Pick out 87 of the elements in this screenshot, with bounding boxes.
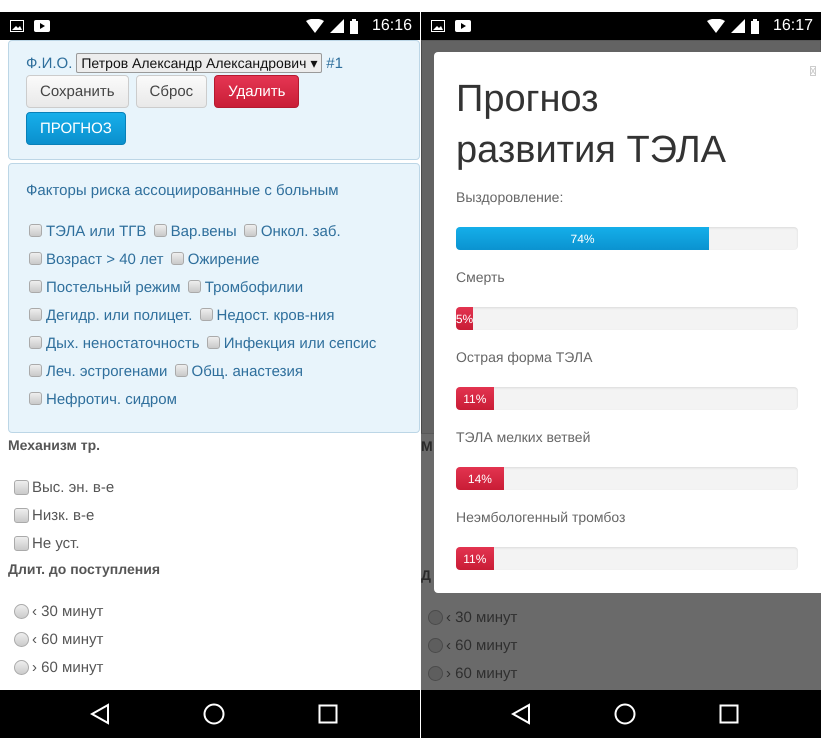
section-heading: М [421,438,433,456]
checkbox[interactable] [29,224,42,237]
home-icon[interactable] [203,703,225,725]
radio-button[interactable] [428,638,443,652]
checkbox-label: Дегидр. или полицет. [46,307,192,324]
checkbox[interactable] [188,280,201,293]
radio-label: › 60 минут [32,658,104,676]
wifi-icon [306,19,324,33]
radio-label: ‹ 60 минут [446,636,518,654]
radio-button[interactable] [428,666,443,680]
checkbox[interactable] [29,280,42,293]
radio-label: › 60 минут [446,664,518,682]
radio-label: ‹ 30 минут [32,602,104,620]
checkbox[interactable] [14,480,29,494]
outcome-label: Неэмбологенный тромбоз [456,509,626,527]
checkbox-label: Не уст. [32,534,80,552]
checkbox[interactable] [29,336,42,349]
checkbox-label: Возраст > 40 лет [46,251,164,268]
radio-button[interactable] [428,610,443,624]
wifi-icon [706,19,725,33]
radio-button[interactable] [14,660,29,674]
checkbox-label: Нефротич. сидром [46,391,177,408]
field-label: Ф.И.О. [26,54,72,72]
section-heading: Д [421,567,431,585]
checkbox[interactable] [29,364,42,377]
image-icon [10,20,24,32]
home-icon[interactable] [614,703,636,725]
radio-button[interactable] [14,632,29,646]
percent-label: 74% [570,232,595,246]
checkbox-label: ТЭЛА или ТГВ [46,223,146,240]
checkbox[interactable] [206,336,220,349]
dialog-title: Прогноз развития ТЭЛА [456,77,727,173]
checkbox[interactable] [14,508,29,522]
section-heading: Механизм тр. [8,437,100,455]
checkbox-label: Инфекция или сепсис [224,335,376,352]
checkbox-label: Ожирение [188,251,260,268]
checkbox-label: Недост. кров-ния [216,307,335,324]
outcome-label: Острая форма ТЭЛА [456,349,594,367]
outcome-label: Выздоровление: [456,189,564,207]
checkbox[interactable] [29,252,42,265]
radio-label: ‹ 60 минут [32,630,104,648]
percent-label: 5% [456,312,474,326]
record-number: #1 [326,54,343,72]
checkbox-label: Общ. анастезия [192,363,304,380]
clock-time: 16:17 [772,17,813,35]
clock-time: 16:16 [372,17,412,35]
checkbox-label: Леч. эстрогенами [46,363,168,380]
action-button[interactable]: Сохранить [26,75,129,108]
outcome-label: Смерть [456,269,506,287]
battery-icon [350,18,358,34]
signal-icon [730,19,745,33]
checkbox[interactable] [154,224,167,237]
percent-label: 11% [463,552,486,566]
checkbox-label: Выс. эн. в-е [32,478,114,496]
checkbox[interactable] [29,308,42,321]
panel-title: Факторы риска ассоциированные с больным [26,182,340,199]
outcome-label: ТЭЛА мелких ветвей [456,429,592,447]
checkbox[interactable] [174,364,188,377]
checkbox-label: Дых. неностаточность [46,335,200,352]
checkbox[interactable] [244,224,257,237]
action-button[interactable]: Сброс [136,75,208,108]
delete-button[interactable]: Удалить [214,75,300,108]
percent-label: 14% [468,472,492,486]
image-icon [431,20,445,32]
signal-icon [330,19,344,33]
back-icon[interactable] [90,703,110,725]
checkbox[interactable] [170,252,184,265]
checkbox-label: Онкол. заб. [260,223,341,240]
video-icon [455,20,471,32]
percent-label: 11% [463,392,486,406]
checkbox-label: Вар.вены [170,223,237,240]
recent-apps-icon[interactable] [719,704,739,724]
battery-icon [750,18,759,34]
recent-apps-icon[interactable] [318,704,338,724]
patient-select[interactable]: Петров Александр Александрович ▾ [76,53,322,73]
checkbox-label: Низк. в-е [32,506,94,524]
radio-button[interactable] [14,604,29,618]
close-icon[interactable] [810,66,816,76]
checkbox-label: Постельный режим [46,279,181,296]
checkbox-label: Тромбофилии [204,279,304,296]
checkbox[interactable] [29,392,42,405]
checkbox[interactable] [14,536,29,550]
radio-label: ‹ 30 минут [446,608,518,626]
video-icon [34,20,50,32]
back-icon[interactable] [511,703,531,725]
checkbox[interactable] [200,308,213,321]
section-heading: Длит. до поступления [8,561,160,579]
